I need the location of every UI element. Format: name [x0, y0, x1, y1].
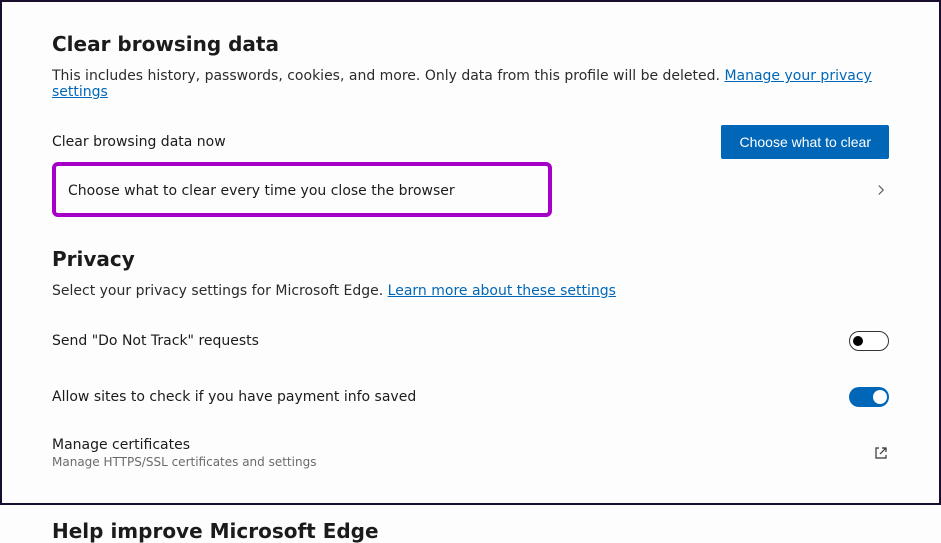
- clear-browsing-data-heading: Clear browsing data: [52, 32, 889, 56]
- do-not-track-toggle[interactable]: [849, 331, 889, 351]
- clear-on-close-row[interactable]: Choose what to clear every time you clos…: [52, 162, 889, 217]
- privacy-desc-text: Select your privacy settings for Microso…: [52, 283, 388, 299]
- payment-info-row: Allow sites to check if you have payment…: [52, 377, 889, 417]
- privacy-heading: Privacy: [52, 247, 889, 271]
- learn-more-settings-link[interactable]: Learn more about these settings: [388, 283, 616, 299]
- external-link-icon: [873, 445, 889, 461]
- clear-on-close-highlight: Choose what to clear every time you clos…: [52, 162, 552, 217]
- manage-certificates-sublabel: Manage HTTPS/SSL certificates and settin…: [52, 455, 316, 469]
- help-improve-heading: Help improve Microsoft Edge: [52, 519, 889, 543]
- choose-what-to-clear-button[interactable]: Choose what to clear: [721, 125, 889, 159]
- chevron-right-icon: [873, 182, 889, 198]
- clear-browsing-data-now-row: Clear browsing data now Choose what to c…: [52, 122, 889, 162]
- clear-browsing-data-description: This includes history, passwords, cookie…: [52, 68, 889, 100]
- manage-certificates-row[interactable]: Manage certificates Manage HTTPS/SSL cer…: [52, 433, 889, 473]
- privacy-description: Select your privacy settings for Microso…: [52, 283, 889, 299]
- payment-info-label: Allow sites to check if you have payment…: [52, 389, 416, 405]
- clear-now-label: Clear browsing data now: [52, 134, 226, 150]
- do-not-track-row: Send "Do Not Track" requests: [52, 321, 889, 361]
- clear-on-close-label: Choose what to clear every time you clos…: [68, 183, 455, 199]
- do-not-track-label: Send "Do Not Track" requests: [52, 333, 259, 349]
- payment-info-toggle[interactable]: [849, 387, 889, 407]
- manage-certificates-label: Manage certificates: [52, 437, 316, 453]
- clear-browsing-desc-text: This includes history, passwords, cookie…: [52, 68, 724, 84]
